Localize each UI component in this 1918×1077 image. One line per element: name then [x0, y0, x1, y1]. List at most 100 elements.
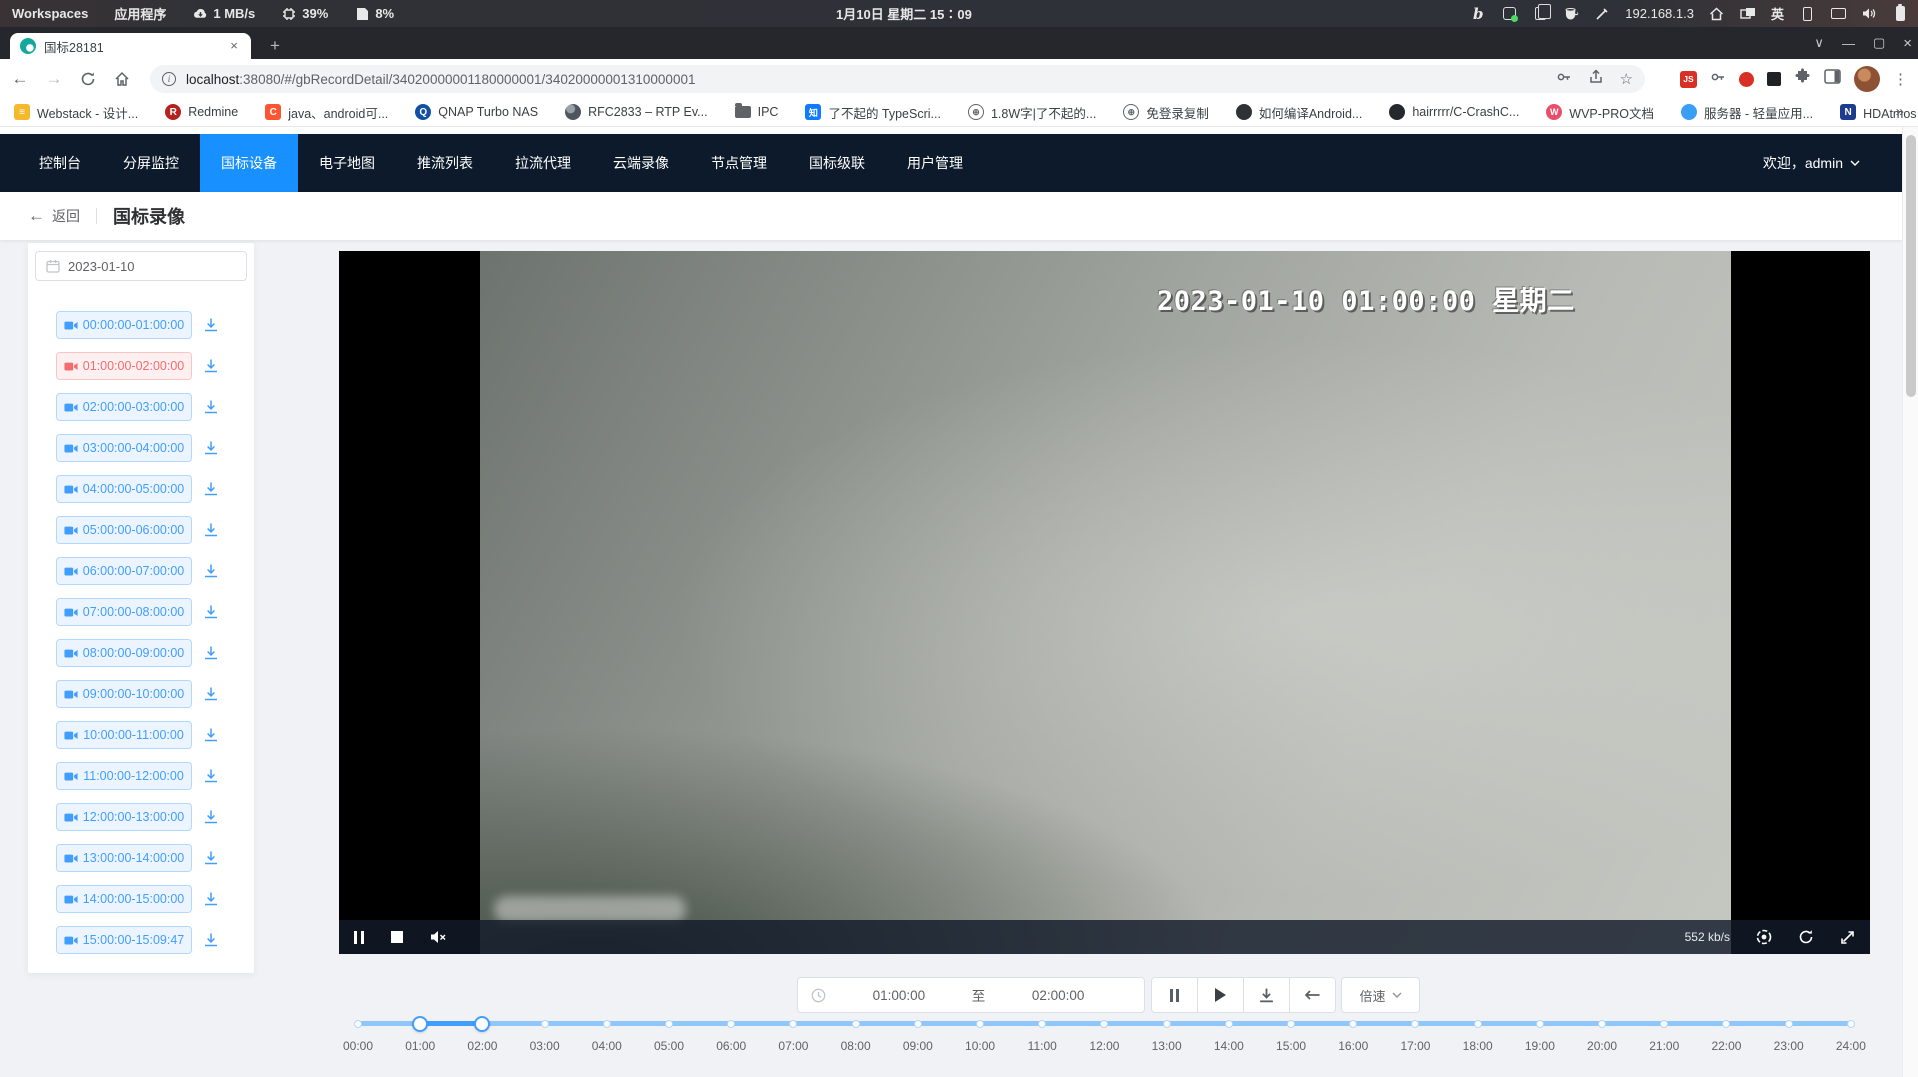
page-scrollbar[interactable] [1902, 127, 1918, 1077]
window-close-button[interactable]: × [1903, 35, 1912, 52]
bookmark-item[interactable]: RFC2833 – RTP Ev... [565, 104, 708, 120]
download-icon[interactable] [203, 399, 219, 415]
timeline-hour-dot[interactable] [1038, 1020, 1046, 1028]
bookmark-item[interactable]: W WVP-PRO文档 [1546, 103, 1654, 122]
download-icon[interactable] [203, 686, 219, 702]
bookmark-item[interactable]: 服务器 - 轻量应用... [1681, 103, 1813, 122]
site-info-icon[interactable]: i [162, 72, 176, 86]
timeline-hour-dot[interactable] [1411, 1020, 1419, 1028]
recording-segment-button[interactable]: 01:00:00-02:00:00 [56, 352, 192, 380]
bookmark-item[interactable]: C java、android可... [265, 103, 388, 122]
timeline-hour-dot[interactable] [976, 1020, 984, 1028]
back-button[interactable]: ← 返回 [28, 206, 80, 226]
coffee-caffeine-icon[interactable] [1563, 6, 1579, 22]
profile-avatar[interactable] [1854, 66, 1880, 92]
player-stop-icon[interactable] [391, 931, 403, 943]
phone-connect-icon[interactable] [1799, 6, 1815, 22]
recording-segment-button[interactable]: 11:00:00-12:00:00 [56, 762, 192, 790]
workspaces-button[interactable]: Workspaces [12, 6, 88, 21]
url-address-bar[interactable]: i localhost:38080/#/gbRecordDetail/34020… [150, 65, 1645, 93]
timeline-hour-dot[interactable] [1287, 1020, 1295, 1028]
bookmark-star-icon[interactable]: ☆ [1620, 70, 1633, 88]
password-key-icon[interactable] [1556, 69, 1572, 90]
scrollbar-thumb[interactable] [1906, 135, 1916, 397]
bookmark-item[interactable]: ≡ Webstack - 设计... [14, 103, 138, 122]
workspace-switcher-icon[interactable] [1740, 6, 1756, 22]
recording-segment-button[interactable]: 03:00:00-04:00:00 [56, 434, 192, 462]
volume-icon[interactable] [1861, 6, 1877, 22]
bookmarks-overflow-chevron[interactable]: » [1896, 103, 1904, 120]
side-panel-icon[interactable] [1824, 69, 1841, 89]
recording-segment-button[interactable]: 00:00:00-01:00:00 [56, 311, 192, 339]
recording-segment-button[interactable]: 02:00:00-03:00:00 [56, 393, 192, 421]
display-settings-icon[interactable] [1830, 6, 1846, 22]
recording-segment-button[interactable]: 07:00:00-08:00:00 [56, 598, 192, 626]
timeline-hour-dot[interactable] [541, 1020, 549, 1028]
recorder-extension-icon[interactable] [1739, 72, 1754, 87]
nav-menu-item[interactable]: 国标设备 [200, 134, 298, 192]
timeline-hour-dot[interactable] [852, 1020, 860, 1028]
play-button[interactable] [1197, 977, 1244, 1013]
end-time-value[interactable]: 02:00:00 [985, 988, 1131, 1003]
recording-segment-button[interactable]: 13:00:00-14:00:00 [56, 844, 192, 872]
browser-forward-button[interactable]: → [40, 65, 68, 93]
home-icon[interactable] [1709, 6, 1725, 22]
nav-menu-item[interactable]: 用户管理 [886, 134, 984, 192]
new-tab-button[interactable]: + [262, 33, 288, 59]
user-menu[interactable]: 欢迎，admin [1763, 134, 1860, 192]
window-maximize-button[interactable]: ▢ [1873, 35, 1885, 51]
nav-menu-item[interactable]: 拉流代理 [494, 134, 592, 192]
bookmark-item[interactable]: Q QNAP Turbo NAS [415, 104, 538, 120]
recording-segment-button[interactable]: 05:00:00-06:00:00 [56, 516, 192, 544]
download-icon[interactable] [203, 522, 219, 538]
extensions-puzzle-icon[interactable] [1794, 68, 1811, 90]
browser-back-button[interactable]: ← [6, 65, 34, 93]
player-mute-icon[interactable] [430, 930, 448, 944]
snapshot-aperture-icon[interactable] [1756, 929, 1772, 945]
player-pause-icon[interactable] [354, 931, 364, 944]
timeline-hour-dot[interactable] [1474, 1020, 1482, 1028]
dark-extension-icon[interactable] [1767, 72, 1781, 86]
time-range-input[interactable]: 01:00:00 至 02:00:00 [797, 977, 1145, 1013]
timeline-hour-dot[interactable] [1163, 1020, 1171, 1028]
browser-reload-button[interactable] [74, 65, 102, 93]
bookmark-item[interactable]: IPC [735, 105, 779, 119]
timeline-handle-end[interactable] [474, 1016, 490, 1032]
timeline-hour-dot[interactable] [665, 1020, 673, 1028]
fullscreen-icon[interactable] [1840, 930, 1855, 945]
timeline-hour-dot[interactable] [1785, 1020, 1793, 1028]
browser-tab[interactable]: 国标28181 × [10, 33, 251, 59]
nav-menu-item[interactable]: 电子地图 [298, 134, 396, 192]
ip-address[interactable]: 192.168.1.3 [1625, 6, 1694, 21]
recording-segment-button[interactable]: 08:00:00-09:00:00 [56, 639, 192, 667]
nav-menu-item[interactable]: 云端录像 [592, 134, 690, 192]
download-icon[interactable] [203, 850, 219, 866]
download-icon[interactable] [203, 317, 219, 333]
timeline-hour-dot[interactable] [1598, 1020, 1606, 1028]
bookmark-item[interactable]: 如何编译Android... [1236, 103, 1363, 122]
window-minimize-button[interactable]: — [1842, 36, 1855, 51]
key-extension-icon[interactable] [1710, 69, 1726, 90]
recording-segment-button[interactable]: 09:00:00-10:00:00 [56, 680, 192, 708]
bookmark-item[interactable]: R Redmine [165, 104, 238, 120]
timeline-hour-dot[interactable] [1536, 1020, 1544, 1028]
timeline-hour-dot[interactable] [914, 1020, 922, 1028]
system-clock[interactable]: 1月10日 星期二 15∶09 [836, 0, 972, 27]
timeline-hour-dot[interactable] [1349, 1020, 1357, 1028]
download-icon[interactable] [203, 768, 219, 784]
clipboard-manager-icon[interactable] [1532, 6, 1548, 22]
download-icon[interactable] [203, 563, 219, 579]
nav-menu-item[interactable]: 控制台 [18, 134, 102, 192]
playback-speed-dropdown[interactable]: 倍速 [1341, 977, 1420, 1013]
bookmark-item[interactable]: hairrrrr/C-CrashC... [1389, 104, 1519, 120]
recording-segment-button[interactable]: 12:00:00-13:00:00 [56, 803, 192, 831]
color-picker-icon[interactable] [1594, 6, 1610, 22]
tab-close-icon[interactable]: × [225, 37, 243, 55]
bookmark-item[interactable]: ⊕ 1.8W字|了不起的... [968, 103, 1096, 122]
timeline-hour-dot[interactable] [1847, 1020, 1855, 1028]
start-time-value[interactable]: 01:00:00 [826, 988, 972, 1003]
timeline-handle-start[interactable] [412, 1016, 428, 1032]
download-icon[interactable] [203, 604, 219, 620]
timeline-hour-dot[interactable] [1100, 1020, 1108, 1028]
download-icon[interactable] [203, 809, 219, 825]
